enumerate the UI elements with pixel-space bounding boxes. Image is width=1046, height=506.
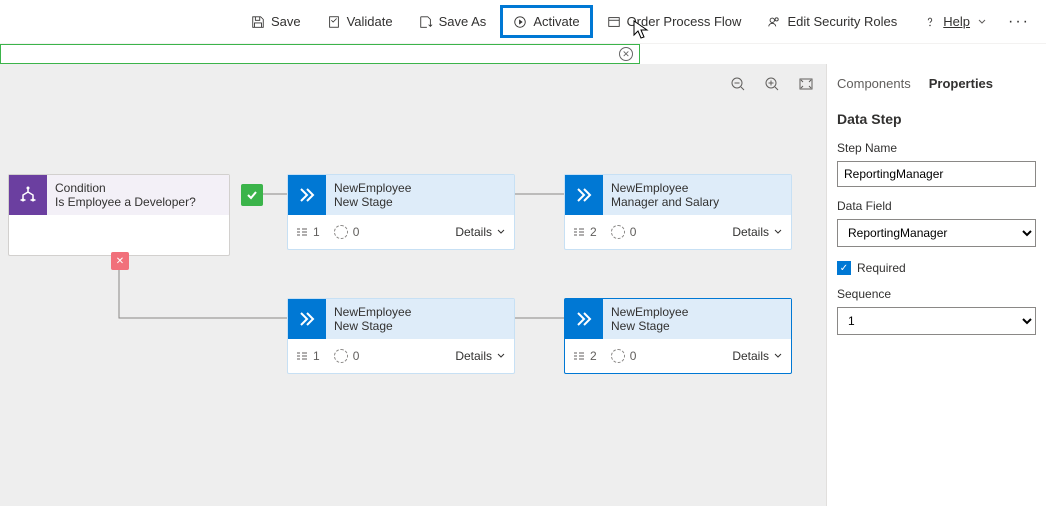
validate-button[interactable]: Validate	[315, 6, 405, 37]
condition-yes-badge	[241, 184, 263, 206]
canvas-area[interactable]: Condition Is Employee a Developer? ✕ New…	[0, 64, 826, 506]
save-as-button[interactable]: Save As	[407, 6, 499, 37]
condition-header: Condition Is Employee a Developer?	[9, 175, 229, 215]
canvas: Condition Is Employee a Developer? ✕ New…	[0, 104, 826, 506]
stage-icon	[565, 175, 603, 215]
data-field-select[interactable]: ReportingManager	[837, 219, 1036, 247]
order-label: Order Process Flow	[627, 14, 742, 29]
notification-bar: ✕	[0, 44, 640, 64]
roles-icon	[767, 15, 781, 29]
stage-entity: NewEmployee	[611, 305, 688, 319]
save-as-icon	[419, 15, 433, 29]
duration-metric: 0	[334, 225, 360, 239]
stage-name: New Stage	[611, 319, 688, 333]
sequence-label: Sequence	[837, 287, 1036, 301]
main: Condition Is Employee a Developer? ✕ New…	[0, 64, 1046, 506]
stage-name: New Stage	[334, 319, 411, 333]
stage-card-1[interactable]: NewEmployee New Stage 1 0 Details	[287, 174, 515, 250]
details-toggle[interactable]: Details	[732, 225, 783, 239]
stage-name: Manager and Salary	[611, 195, 719, 209]
step-name-label: Step Name	[837, 141, 1036, 155]
condition-card[interactable]: Condition Is Employee a Developer?	[8, 174, 230, 256]
help-button[interactable]: Help	[911, 6, 998, 37]
stage-header: NewEmployee New Stage	[288, 299, 514, 339]
data-field-label: Data Field	[837, 199, 1036, 213]
validate-label: Validate	[347, 14, 393, 29]
stage-header: NewEmployee Manager and Salary	[565, 175, 791, 215]
details-toggle[interactable]: Details	[732, 349, 783, 363]
chevron-down-icon	[978, 14, 986, 29]
edit-security-roles-button[interactable]: Edit Security Roles	[755, 6, 909, 37]
order-icon	[607, 15, 621, 29]
zoom-out-icon[interactable]	[730, 76, 746, 92]
required-label: Required	[857, 261, 906, 275]
details-toggle[interactable]: Details	[455, 225, 506, 239]
required-checkbox-row[interactable]: ✓ Required	[837, 261, 1036, 275]
panel-tabs: Components Properties	[837, 74, 1036, 93]
condition-no-badge: ✕	[111, 252, 129, 270]
condition-body	[9, 215, 229, 255]
sequence-select[interactable]: 1	[837, 307, 1036, 335]
stage-header: NewEmployee New Stage	[565, 299, 791, 339]
steps-metric: 2	[573, 349, 597, 363]
duration-metric: 0	[611, 349, 637, 363]
duration-metric: 0	[611, 225, 637, 239]
stage-icon	[288, 299, 326, 339]
details-toggle[interactable]: Details	[455, 349, 506, 363]
roles-label: Edit Security Roles	[787, 14, 897, 29]
panel-heading: Data Step	[837, 111, 1036, 127]
duration-metric: 0	[334, 349, 360, 363]
close-icon[interactable]: ✕	[619, 47, 633, 61]
activate-button[interactable]: Activate	[500, 5, 592, 38]
activate-icon	[513, 15, 527, 29]
stage-card-2[interactable]: NewEmployee Manager and Salary 2 0 Detai…	[564, 174, 792, 250]
condition-icon	[9, 175, 47, 215]
stage-entity: NewEmployee	[611, 181, 719, 195]
stage-entity: NewEmployee	[334, 305, 411, 319]
stage-name: New Stage	[334, 195, 411, 209]
order-process-flow-button[interactable]: Order Process Flow	[595, 6, 754, 37]
step-name-input[interactable]	[837, 161, 1036, 187]
stage-entity: NewEmployee	[334, 181, 411, 195]
checkbox-checked-icon: ✓	[837, 261, 851, 275]
condition-subtitle: Is Employee a Developer?	[55, 195, 221, 209]
save-button[interactable]: Save	[239, 6, 313, 37]
steps-metric: 1	[296, 225, 320, 239]
stage-header: NewEmployee New Stage	[288, 175, 514, 215]
save-as-label: Save As	[439, 14, 487, 29]
steps-metric: 1	[296, 349, 320, 363]
stage-icon	[565, 299, 603, 339]
fit-to-screen-icon[interactable]	[798, 76, 814, 92]
help-label: Help	[943, 14, 970, 29]
tab-components[interactable]: Components	[837, 74, 911, 93]
steps-metric: 2	[573, 225, 597, 239]
tab-properties[interactable]: Properties	[929, 74, 993, 93]
zoom-controls	[730, 76, 814, 92]
validate-icon	[327, 15, 341, 29]
zoom-in-icon[interactable]	[764, 76, 780, 92]
save-label: Save	[271, 14, 301, 29]
notification-bar-wrap: ✕	[0, 44, 1046, 64]
condition-titles: Condition Is Employee a Developer?	[47, 175, 229, 215]
toolbar: Save Validate Save As Activate Order Pro…	[0, 0, 1046, 44]
help-icon	[923, 15, 937, 29]
stage-card-3[interactable]: NewEmployee New Stage 1 0 Details	[287, 298, 515, 374]
condition-title: Condition	[55, 181, 221, 195]
activate-label: Activate	[533, 14, 579, 29]
stage-card-4[interactable]: NewEmployee New Stage 2 0 Details	[564, 298, 792, 374]
stage-icon	[288, 175, 326, 215]
save-icon	[251, 15, 265, 29]
properties-panel: Components Properties Data Step Step Nam…	[826, 64, 1046, 506]
overflow-menu[interactable]: ···	[1000, 13, 1038, 31]
